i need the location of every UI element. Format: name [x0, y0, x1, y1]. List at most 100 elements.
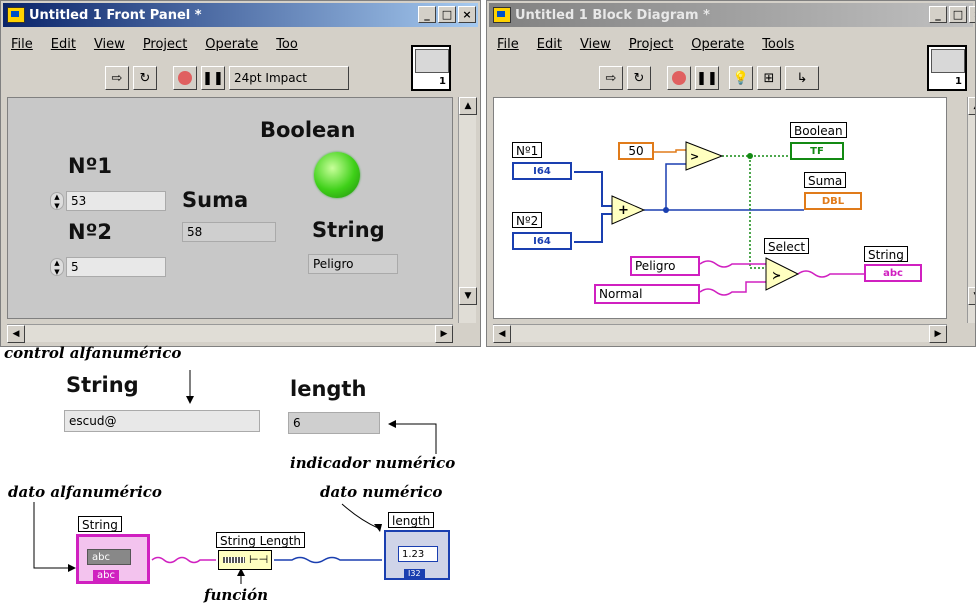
string-label: String [312, 218, 385, 242]
suma-node-label: Suma [804, 172, 847, 188]
n1-terminal[interactable]: I64 [512, 162, 572, 180]
node-string-terminal[interactable]: abc abc [76, 534, 150, 584]
normal-constant[interactable]: Normal [594, 284, 700, 304]
run-arrow-icon[interactable]: ⇨ [105, 66, 129, 90]
block-diagram-hscroll[interactable]: ◀ ▶ [493, 324, 947, 343]
menu-edit[interactable]: Edit [537, 37, 562, 57]
font-selector[interactable]: 24pt Impact [229, 66, 349, 90]
n2-node-label: Nº2 [512, 212, 543, 228]
menu-edit[interactable]: Edit [51, 37, 76, 57]
n1-label: Nº1 [68, 154, 113, 178]
menu-project[interactable]: Project [143, 37, 187, 57]
string-length-icon [223, 557, 245, 563]
n1-node-label: Nº1 [512, 142, 543, 158]
svg-text:≻: ≻ [772, 269, 781, 282]
string-node-label: String [864, 246, 908, 262]
peligro-constant[interactable]: Peligro [630, 256, 700, 276]
note-funcion: función [204, 586, 269, 604]
vi-icon[interactable]: 1 [411, 45, 451, 91]
n1-numeric-control[interactable]: 53 [66, 191, 166, 211]
scroll-up-icon[interactable]: ▲ [459, 97, 477, 115]
tutorial-length-indicator: 6 [288, 412, 380, 434]
menu-view[interactable]: View [94, 37, 125, 57]
close-button[interactable]: × [458, 6, 476, 23]
scroll-left-icon[interactable]: ◀ [7, 325, 25, 343]
menu-file[interactable]: File [11, 37, 33, 57]
select-node [765, 257, 800, 291]
run-continuously-icon[interactable]: ↻ [627, 66, 651, 90]
menu-tools[interactable]: Tools [762, 37, 794, 57]
wires-layer: + > ≻ [574, 141, 864, 296]
const-50[interactable]: 50 [618, 142, 654, 160]
retain-wire-values-icon[interactable]: ⊞ [757, 66, 781, 90]
scroll-right-icon[interactable]: ▶ [929, 325, 947, 343]
pause-icon[interactable]: ❚❚ [695, 66, 719, 90]
front-panel-title: Untitled 1 Front Panel * [29, 7, 202, 23]
tutorial-length-label: length [290, 377, 367, 401]
step-into-icon[interactable]: ↳ [785, 66, 819, 90]
highlight-execution-icon[interactable]: 💡 [729, 66, 753, 90]
node-length-type: I32 [404, 569, 425, 578]
scroll-down-icon[interactable]: ▼ [968, 287, 975, 305]
block-diagram-menubar: File Edit View Project Operate Tools [489, 37, 794, 57]
maximize-button[interactable]: □ [438, 6, 456, 23]
wire-peligro [699, 260, 766, 268]
minimize-button[interactable]: _ [929, 6, 947, 23]
vi-icon-number: 1 [439, 76, 446, 87]
scroll-down-icon[interactable]: ▼ [459, 287, 477, 305]
pause-icon[interactable]: ❚❚ [201, 66, 225, 90]
wire-normal [699, 281, 766, 296]
n1-increment-icon[interactable]: ▲ ▼ [50, 192, 64, 210]
abort-icon[interactable] [173, 66, 197, 90]
suma-terminal[interactable]: DBL [804, 192, 862, 210]
string-length-arrow-icon: ⊢⊣ [249, 553, 269, 566]
menu-operate[interactable]: Operate [691, 37, 744, 57]
front-panel-toolbar: ⇨ ↻ ❚❚ 24pt Impact [105, 65, 349, 91]
maximize-button[interactable]: □ [949, 6, 967, 23]
block-diagram-vscroll[interactable]: ▲ ▼ [967, 97, 975, 323]
n2-terminal[interactable]: I64 [512, 232, 572, 250]
scroll-up-icon[interactable]: ▲ [968, 97, 975, 115]
block-diagram-title: Untitled 1 Block Diagram * [515, 7, 710, 23]
n2-increment-icon[interactable]: ▲ ▼ [50, 258, 64, 276]
node-string-inner: abc [87, 549, 131, 565]
front-panel-hscroll[interactable]: ◀ ▶ [7, 324, 453, 343]
boolean-led[interactable] [314, 152, 360, 198]
n2-numeric-control[interactable]: 5 [66, 257, 166, 277]
node-string-type: abc [93, 570, 119, 581]
front-panel-vscroll[interactable]: ▲ ▼ [458, 97, 477, 323]
abort-icon[interactable] [667, 66, 691, 90]
string-terminal[interactable]: abc [864, 264, 922, 282]
boolean-label: Boolean [260, 118, 356, 142]
string-indicator: Peligro [308, 254, 398, 274]
vi-icon[interactable]: 1 [927, 45, 967, 91]
wire-n1 [574, 171, 612, 207]
menu-operate[interactable]: Operate [205, 37, 258, 57]
front-panel-titlebar[interactable]: Untitled 1 Front Panel * _ □ × [3, 3, 478, 27]
wire-sum-cmp [665, 163, 686, 210]
node-length-terminal[interactable]: 1.23 I32 [384, 530, 450, 580]
menu-tools[interactable]: Too [276, 37, 298, 57]
block-diagram-window: Untitled 1 Block Diagram * _ □ × File Ed… [486, 0, 976, 347]
close-button[interactable]: × [969, 6, 975, 23]
scroll-right-icon[interactable]: ▶ [435, 325, 453, 343]
boolean-terminal[interactable]: TF [790, 142, 844, 160]
minimize-button[interactable]: _ [418, 6, 436, 23]
wire-string-out [797, 270, 864, 278]
front-panel-window: Untitled 1 Front Panel * _ □ × File Edit… [0, 0, 481, 347]
select-node-label: Select [764, 238, 810, 254]
menu-view[interactable]: View [580, 37, 611, 57]
menu-file[interactable]: File [497, 37, 519, 57]
tutorial-string-control[interactable]: escud@ [64, 410, 260, 432]
suma-label: Suma [182, 188, 249, 212]
run-continuously-icon[interactable]: ↻ [133, 66, 157, 90]
string-length-function[interactable]: ⊢⊣ [218, 550, 272, 570]
menu-project[interactable]: Project [629, 37, 673, 57]
labview-app-icon [7, 7, 25, 23]
labview-app-icon [493, 7, 511, 23]
scroll-left-icon[interactable]: ◀ [493, 325, 511, 343]
suma-indicator: 58 [182, 222, 276, 242]
block-diagram-titlebar[interactable]: Untitled 1 Block Diagram * _ □ × [489, 3, 975, 27]
wire-n2 [574, 213, 612, 243]
run-arrow-icon[interactable]: ⇨ [599, 66, 623, 90]
